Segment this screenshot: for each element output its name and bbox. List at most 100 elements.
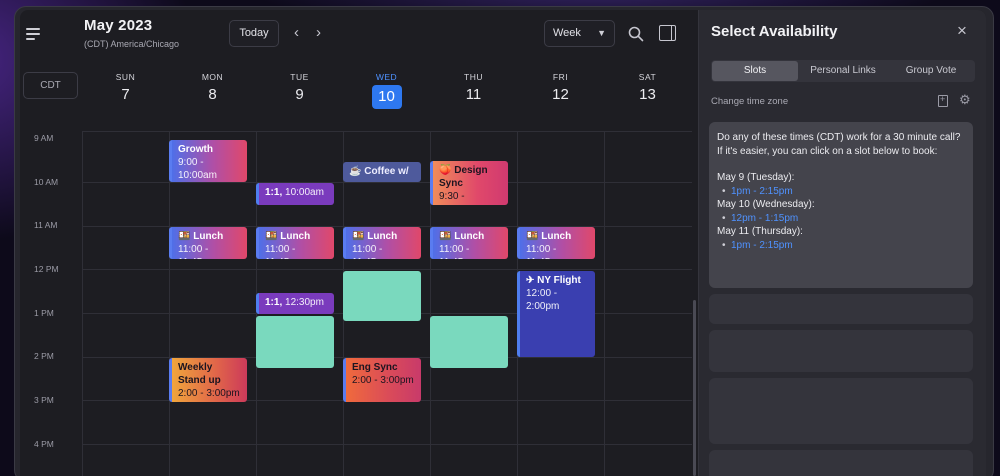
event-time: 11:00 - 11:45am [178, 244, 216, 259]
calendar-app: May 2023 (CDT) America/Chicago Today ‹ ›… [20, 10, 986, 476]
event-title: 🍑 Design Sync [439, 165, 488, 189]
day-header[interactable]: THU 11 [430, 72, 517, 103]
event-ny-flight[interactable]: ✈ NY Flight 12:00 - 2:00pm [517, 271, 595, 357]
event-title: 🍱 Lunch [178, 231, 224, 242]
day-name: TUE [290, 72, 309, 82]
placeholder-block [709, 450, 973, 476]
tab-personal-links[interactable]: Personal Links [799, 60, 887, 82]
event-time: 10:00am [285, 187, 324, 198]
placeholder-block [709, 294, 973, 324]
time-label: 10 AM [34, 177, 59, 187]
event-title: 🍱 Lunch [352, 231, 398, 242]
event-time: 9:30 - 10:30am [439, 191, 478, 205]
close-icon[interactable]: × [957, 22, 967, 39]
event-lunch[interactable]: 🍱 Lunch 11:00 - 11:45am [169, 227, 247, 259]
chevron-left-icon[interactable]: ‹ [294, 24, 299, 42]
event-time: 12:30pm [285, 297, 324, 308]
availability-slot[interactable] [430, 316, 508, 368]
view-select-label: Week [553, 27, 581, 39]
event-title: Growth [178, 144, 213, 155]
event-lunch[interactable]: 🍱 Lunch 11:00 - 11:45am [517, 227, 595, 259]
event-title: 🍱 Lunch [265, 231, 311, 242]
search-icon[interactable] [628, 26, 644, 42]
time-label: 4 PM [34, 439, 54, 449]
grid-line [604, 131, 605, 476]
panel-title: Select Availability [711, 23, 838, 40]
day-name: SUN [115, 72, 136, 82]
day-name: MON [201, 72, 224, 82]
day-date: 8 [208, 86, 217, 103]
event-title: 🍱 Lunch [526, 231, 572, 242]
sidebar-toggle-icon[interactable] [659, 25, 676, 41]
day-date: 11 [465, 86, 482, 103]
day-header[interactable]: SAT 13 [604, 72, 691, 103]
event-one-on-one[interactable]: 1:1, 10:00am [256, 183, 334, 205]
slot-link[interactable]: 12pm - 1:15pm [717, 212, 965, 226]
event-eng-sync[interactable]: Eng Sync 2:00 - 3:00pm [343, 358, 421, 402]
day-header-today[interactable]: WED 10 [343, 72, 430, 109]
change-timezone-link[interactable]: Change time zone [711, 96, 788, 107]
tab-slots[interactable]: Slots [712, 61, 798, 81]
slot-day: May 9 (Tuesday): [717, 172, 795, 183]
event-title: 🍱 Lunch [439, 231, 485, 242]
event-title: 1:1, [265, 187, 283, 198]
slot-day: May 11 (Thursday): [717, 226, 803, 237]
day-header[interactable]: MON 8 [169, 72, 256, 103]
availability-slot[interactable] [343, 271, 421, 321]
gear-icon[interactable]: ⚙ [959, 93, 971, 107]
time-label: 11 AM [34, 220, 58, 230]
event-time: 2:00 - 3:00pm [178, 388, 240, 399]
event-title: Weekly Stand up [178, 362, 221, 386]
scrollbar[interactable] [693, 300, 696, 476]
event-one-on-one[interactable]: 1:1, 12:30pm [256, 293, 334, 314]
slot-link[interactable]: 1pm - 2:15pm [717, 239, 965, 253]
chevron-right-icon[interactable]: › [316, 24, 321, 42]
view-select[interactable]: Week ▼ [544, 20, 615, 47]
event-lunch[interactable]: 🍱 Lunch 11:00 - 11:45am [256, 227, 334, 259]
menu-icon[interactable] [26, 28, 40, 40]
event-design-sync[interactable]: 🍑 Design Sync 9:30 - 10:30am [430, 161, 508, 205]
day-date: 7 [121, 86, 130, 103]
event-time: 12:00 - 2:00pm [526, 288, 560, 312]
day-date: 13 [639, 86, 656, 103]
placeholder-block [709, 330, 973, 372]
event-time: 9:00 - 10:00am [178, 157, 217, 181]
grid-line [82, 269, 692, 270]
day-name: SAT [638, 72, 657, 82]
tab-group-vote[interactable]: Group Vote [887, 60, 975, 82]
event-weekly-standup[interactable]: Weekly Stand up 2:00 - 3:00pm [169, 358, 247, 402]
event-growth[interactable]: Growth 9:00 - 10:00am [169, 140, 247, 182]
availability-slot[interactable] [256, 316, 334, 368]
slot-link[interactable]: 1pm - 2:15pm [717, 185, 965, 199]
panel-tabs: Slots Personal Links Group Vote [711, 60, 975, 82]
add-file-icon[interactable] [938, 94, 948, 107]
time-label: 2 PM [34, 351, 54, 361]
event-time: 11:00 - 11:45am [439, 244, 477, 259]
day-name: FRI [552, 72, 569, 82]
day-name: WED [375, 72, 398, 82]
placeholder-block [709, 378, 973, 444]
today-button[interactable]: Today [229, 20, 279, 47]
event-title: 1:1, [265, 297, 283, 308]
event-time: 11:00 - 11:45am [526, 244, 564, 259]
timezone-button[interactable]: CDT [23, 72, 78, 99]
availability-message[interactable]: Do any of these times (CDT) work for a 3… [709, 122, 973, 288]
day-date-today: 10 [371, 85, 402, 109]
day-header[interactable]: SUN 7 [82, 72, 169, 103]
grid-line [82, 182, 692, 183]
time-label: 12 PM [34, 264, 59, 274]
day-header[interactable]: TUE 9 [256, 72, 343, 103]
day-date: 9 [295, 86, 304, 103]
event-time: 11:00 - 11:45am [265, 244, 303, 259]
day-header[interactable]: FRI 12 [517, 72, 604, 103]
event-coffee[interactable]: ☕ Coffee w/ [343, 162, 421, 182]
timezone-label: (CDT) America/Chicago [84, 39, 180, 49]
calendar-header: May 2023 (CDT) America/Chicago Today ‹ ›… [20, 10, 698, 62]
grid-line [82, 131, 692, 132]
grid-line [82, 444, 692, 445]
availability-panel: Select Availability × Slots Personal Lin… [698, 10, 986, 476]
day-date: 12 [552, 86, 569, 103]
event-lunch[interactable]: 🍱 Lunch 11:00 - 11:45am [430, 227, 508, 259]
event-time: 2:00 - 3:00pm [352, 375, 414, 386]
event-lunch[interactable]: 🍱 Lunch 11:00 - 11:45am [343, 227, 421, 259]
